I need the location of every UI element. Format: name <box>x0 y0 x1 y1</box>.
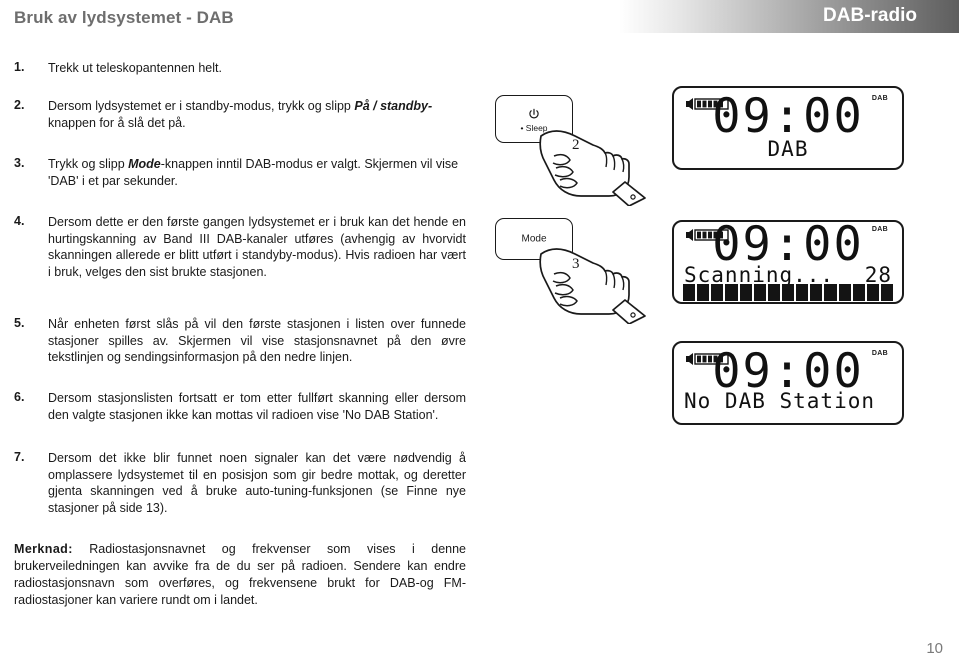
pointing-hand-svg <box>539 248 646 325</box>
step-number: 4. <box>14 214 25 228</box>
note-text: Radiostasjonsnavnet og frekvenser som vi… <box>14 542 466 607</box>
lcd-status-text: No DAB Station <box>684 389 876 413</box>
pointing-hand-icon <box>537 122 649 211</box>
progress-block <box>866 284 879 301</box>
lcd-channel-number: 28 <box>864 263 892 287</box>
pointing-hand-icon <box>537 240 649 329</box>
step-text-part: Trykk og slipp <box>48 157 129 171</box>
progress-block <box>753 284 766 301</box>
page-header: Bruk av lydsystemet - DAB DAB-radio <box>0 0 959 36</box>
step-text: Dersom dette er den første gangen lydsys… <box>48 215 466 279</box>
step-text: Trekk ut teleskopantennen helt. <box>48 61 222 75</box>
step-callout-number: 3 <box>572 256 580 272</box>
step-text: Trykk og slipp Mode-knappen inntil DAB-m… <box>48 156 466 189</box>
progress-block <box>824 284 837 301</box>
lcd-dab-confirm: DAB 09:00 DAB <box>672 86 904 170</box>
lcd-progress-bar <box>683 284 894 301</box>
progress-block <box>767 284 780 301</box>
header-section-label: DAB-radio <box>823 5 917 26</box>
lcd-clock: 09:00 <box>712 89 864 144</box>
lcd-scanning: DAB 09:00 Scanning... 28 <box>672 220 904 304</box>
dab-indicator: DAB <box>871 350 888 357</box>
step-text: Dersom stasjonslisten fortsatt er tom et… <box>48 391 466 422</box>
step-number: 2. <box>14 98 25 112</box>
progress-block <box>838 284 851 301</box>
progress-block <box>781 284 795 301</box>
pointing-hand-svg <box>539 130 646 207</box>
list-item-step-2: 2. Dersom lydsystemet er i standby-modus… <box>0 98 480 131</box>
list-item-step-1: 1. Trekk ut teleskopantennen helt. <box>0 60 480 77</box>
page-number: 10 <box>926 640 943 657</box>
step-number: 1. <box>14 60 25 74</box>
step-number: 5. <box>14 316 25 330</box>
step-text-emphasis: Mode <box>128 157 161 171</box>
progress-block <box>683 284 696 301</box>
progress-block <box>739 284 752 301</box>
step-text: Dersom det ikke blir funnet noen signale… <box>48 451 466 515</box>
step-callout-number: 2 <box>572 137 580 153</box>
progress-block <box>711 284 724 301</box>
step-text: Når enheten først slås på vil den første… <box>48 317 466 364</box>
list-item-step-3: 3. Trykk og slipp Mode-knappen inntil DA… <box>0 156 480 189</box>
step-text-emphasis: På / standby- <box>354 99 433 113</box>
lcd-text-line: DAB <box>767 137 809 161</box>
progress-block <box>725 284 738 301</box>
progress-block <box>697 284 710 301</box>
lcd-clock: 09:00 <box>712 344 864 399</box>
list-item-step-5: 5. Når enheten først slås på vil den før… <box>0 316 480 366</box>
power-icon <box>528 108 541 123</box>
list-item-step-6: 6. Dersom stasjonslisten fortsatt er tom… <box>0 390 480 423</box>
step-text-part: knappen for å slå det på. <box>48 115 186 130</box>
step-number: 6. <box>14 390 25 404</box>
step-number: 7. <box>14 450 25 464</box>
step-text-part: Dersom lydsystemet er i standby-modus, t… <box>48 99 355 113</box>
lcd-no-station: DAB 09:00 No DAB Station <box>672 341 904 425</box>
step-text: Dersom lydsystemet er i standby-modus, t… <box>48 98 466 131</box>
illustration-standby-button: • Sleep 2 <box>495 95 675 207</box>
lcd-status-text: Scanning... <box>684 263 835 287</box>
list-item-step-4: 4. Dersom dette er den første gangen lyd… <box>0 214 480 280</box>
power-icon-svg <box>529 108 539 119</box>
progress-block <box>880 284 894 301</box>
progress-block <box>852 284 865 301</box>
lcd-clock: 09:00 <box>712 217 864 272</box>
dab-indicator: DAB <box>871 95 888 102</box>
step-number: 3. <box>14 156 25 170</box>
note-block: Merknad: Radiostasjonsnavnet og frekvens… <box>14 541 466 609</box>
progress-block <box>796 284 809 301</box>
illustration-mode-button: Mode 3 <box>495 218 675 325</box>
note-lead: Merknad: <box>14 542 73 556</box>
page-title: Bruk av lydsystemet - DAB <box>14 8 234 27</box>
list-item-step-7: 7. Dersom det ikke blir funnet noen sign… <box>0 450 480 516</box>
progress-block <box>810 284 823 301</box>
dab-indicator: DAB <box>871 226 888 233</box>
